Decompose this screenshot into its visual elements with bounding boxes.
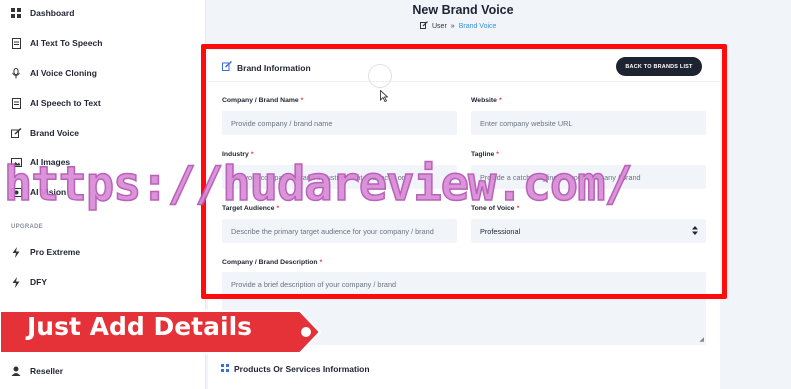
watermark-text: https://hudareview.com/ [3, 156, 633, 213]
breadcrumb-root[interactable]: User [432, 23, 447, 30]
sidebar-item-label: Pro Extreme [30, 247, 81, 257]
mic-icon [9, 66, 23, 80]
doc-icon [9, 96, 23, 110]
sidebar-item-label: AI Speech to Text [30, 98, 101, 108]
sidebar-item-dfy[interactable]: DFY [0, 271, 206, 293]
sidebar-item-label: AI Voice Cloning [30, 68, 97, 78]
section2-title-text: Products Or Services Information [234, 364, 370, 374]
breadcrumb: User » Brand Voice [420, 21, 496, 31]
products-services-section-title: Products Or Services Information [221, 364, 370, 374]
grid-icon [221, 364, 229, 374]
sidebar-item-reseller[interactable]: Reseller [0, 360, 206, 382]
resize-handle-icon[interactable]: ◢ [699, 336, 704, 343]
sidebar-item-label: Brand Voice [30, 128, 79, 138]
sidebar-item-pro-extreme[interactable]: Pro Extreme [0, 241, 206, 263]
sidebar-item-label: Dashboard [30, 8, 75, 18]
sidebar-section-upgrade: UPGRADE [11, 224, 44, 230]
breadcrumb-current: Brand Voice [458, 22, 497, 30]
bolt-icon [9, 245, 23, 259]
sidebar-item-label: AI Text To Speech [30, 38, 103, 48]
page-title: New Brand Voice [412, 3, 514, 17]
sidebar-item-speech-to-text[interactable]: AI Speech to Text [0, 92, 206, 114]
promo-banner-text: Just Add Details [27, 312, 253, 341]
edit-icon [420, 21, 428, 31]
sidebar-item-voice-cloning[interactable]: AI Voice Cloning [0, 62, 206, 84]
breadcrumb-separator: » [450, 22, 455, 30]
sidebar-item-text-to-speech[interactable]: AI Text To Speech [0, 32, 206, 54]
doc-icon [9, 36, 23, 50]
sidebar-item-label: Reseller [30, 366, 64, 376]
sidebar-item-label: DFY [30, 277, 47, 287]
grid-icon [9, 6, 23, 20]
edit-icon [9, 126, 23, 140]
sidebar-item-brand-voice[interactable]: Brand Voice [0, 122, 206, 144]
bolt-icon [9, 275, 23, 289]
user-icon [9, 364, 23, 378]
sidebar-item-dashboard[interactable]: Dashboard [0, 2, 206, 24]
